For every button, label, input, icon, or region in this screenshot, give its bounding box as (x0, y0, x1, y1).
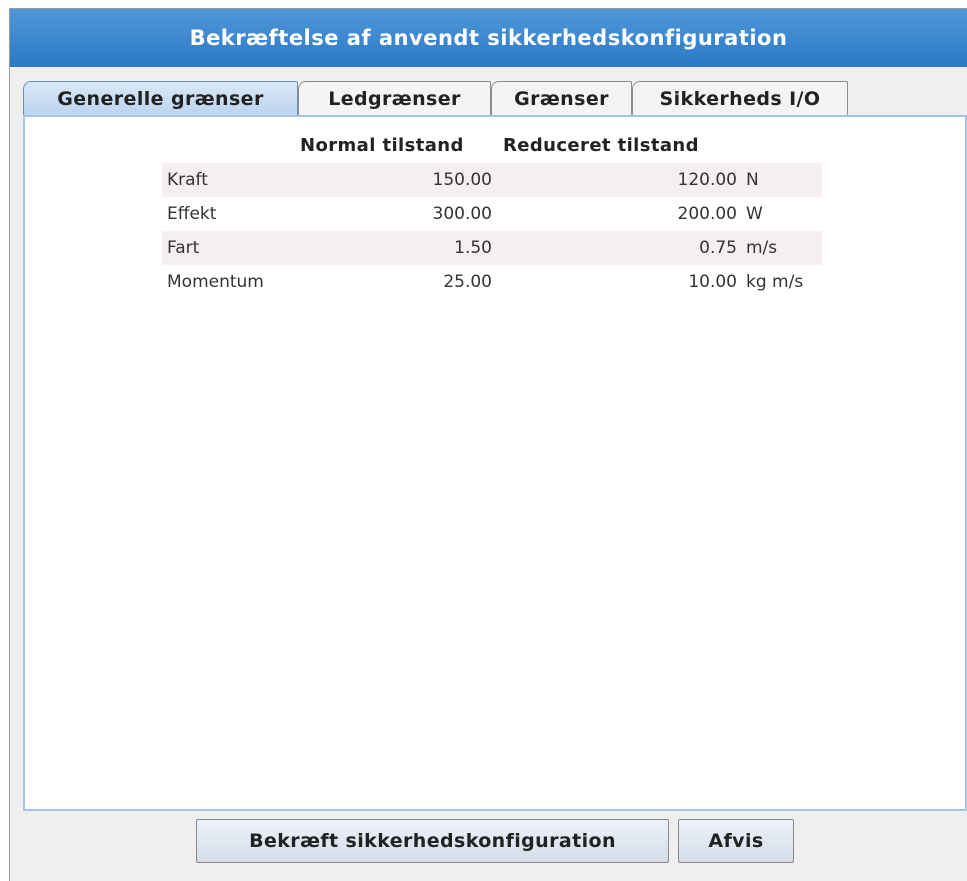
row-label: Fart (167, 238, 200, 258)
tab-graenser[interactable]: Grænser (491, 81, 632, 115)
confirm-safety-config-button[interactable]: Bekræft sikkerhedskonfiguration (196, 819, 669, 863)
general-limits-panel: Normal tilstand Reduceret tilstand Kraft… (23, 115, 967, 811)
row-normal-value: 1.50 (454, 238, 492, 258)
tab-ledgraenser[interactable]: Ledgrænser (298, 81, 491, 115)
row-normal-value: 25.00 (443, 272, 492, 292)
table-row: Kraft 150.00 120.00 N (162, 163, 822, 197)
table-row: Fart 1.50 0.75 m/s (162, 231, 822, 265)
row-normal-value: 300.00 (432, 204, 492, 224)
row-label: Kraft (167, 170, 208, 190)
row-normal-value: 150.00 (432, 170, 492, 190)
row-reduced-value: 0.75 (699, 238, 737, 258)
table-row: Effekt 300.00 200.00 W (162, 197, 822, 231)
row-unit: kg m/s (746, 272, 804, 292)
table-header: Normal tilstand Reduceret tilstand (162, 127, 822, 163)
row-unit: N (746, 170, 759, 190)
row-reduced-value: 10.00 (688, 272, 737, 292)
safety-config-dialog: Bekræftelse af anvendt sikkerhedskonfigu… (9, 8, 967, 881)
row-unit: m/s (746, 238, 778, 258)
dialog-title: Bekræftelse af anvendt sikkerhedskonfigu… (10, 9, 967, 67)
reject-button[interactable]: Afvis (678, 819, 794, 863)
row-reduced-value: 120.00 (677, 170, 737, 190)
header-reduced-mode: Reduceret tilstand (503, 135, 699, 156)
table-row: Momentum 25.00 10.00 kg m/s (162, 265, 822, 299)
limits-table: Normal tilstand Reduceret tilstand Kraft… (162, 127, 822, 299)
tab-generelle-graenser[interactable]: Generelle grænser (23, 81, 298, 115)
row-label: Effekt (167, 204, 217, 224)
row-unit: W (746, 204, 763, 224)
header-normal-mode: Normal tilstand (300, 135, 464, 156)
row-reduced-value: 200.00 (677, 204, 737, 224)
tab-sikkerheds-io[interactable]: Sikkerheds I/O (632, 81, 848, 115)
row-label: Momentum (167, 272, 264, 292)
